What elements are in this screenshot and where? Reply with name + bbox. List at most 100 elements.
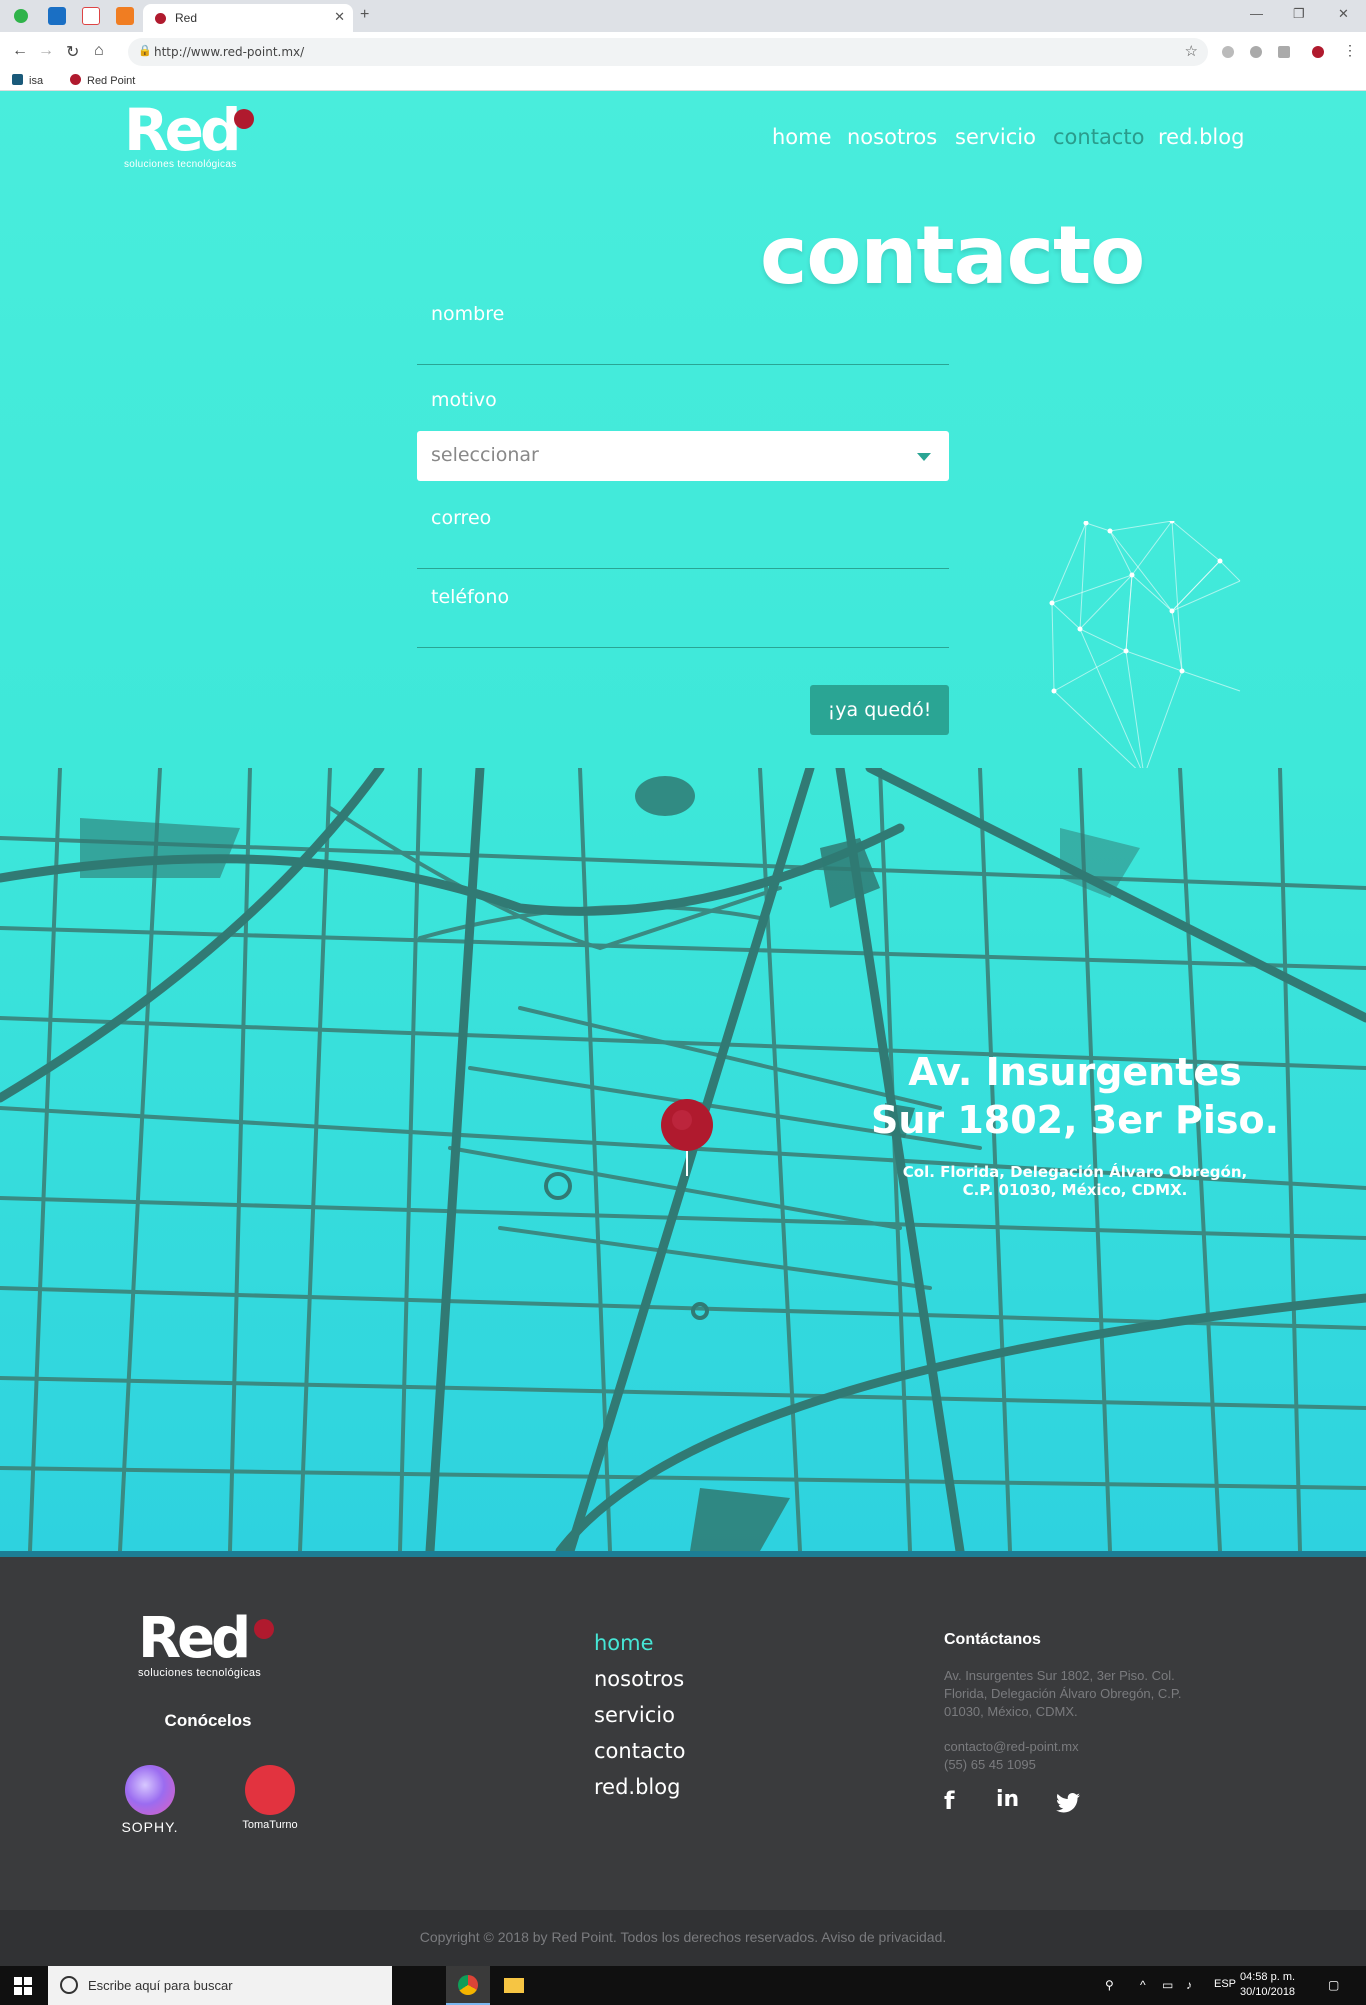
footer-link-home[interactable]: home xyxy=(594,1631,654,1655)
footer-logo-word: Red xyxy=(138,1606,251,1671)
contact-address: Av. Insurgentes Sur 1802, 3er Piso. Col.… xyxy=(944,1668,1182,1719)
bookmarks-bar: isa Red Point xyxy=(0,72,1366,91)
windows-start-icon[interactable] xyxy=(14,1977,32,1995)
copyright-bar: Copyright © 2018 by Red Point. Todos los… xyxy=(0,1910,1366,1966)
contact-phone: (55) 65 45 1095 xyxy=(944,1757,1036,1772)
submit-button[interactable]: ¡ya quedó! xyxy=(810,685,949,735)
tab-red[interactable]: Red ✕ xyxy=(143,4,353,32)
nav-nosotros[interactable]: nosotros xyxy=(847,125,937,149)
red-favicon-icon xyxy=(155,13,166,24)
minimize-icon[interactable]: — xyxy=(1250,6,1263,21)
logo-word: Red xyxy=(124,96,241,164)
sophy-logo-icon xyxy=(125,1765,175,1815)
copyright-text: Copyright © 2018 by Red Point. Todos los… xyxy=(419,1929,947,1945)
network-icon[interactable]: ▭ xyxy=(1162,1978,1173,1992)
motivo-selected-value: seleccionar xyxy=(431,444,539,466)
restore-icon[interactable]: ❐ xyxy=(1293,6,1305,22)
address-heading: Av. Insurgentes Sur 1802, 3er Piso. xyxy=(870,1048,1280,1144)
language-indicator[interactable]: ESP xyxy=(1214,1978,1236,1990)
clock-time: 04:58 p. m. xyxy=(1240,1971,1296,1983)
partner-tomaturno[interactable]: TomaTurno xyxy=(220,1765,320,1831)
chrome-app-icon[interactable] xyxy=(446,1966,490,2005)
close-tab-icon[interactable]: ✕ xyxy=(334,9,345,25)
address-sub-1: Col. Florida, Delegación Álvaro Obregón, xyxy=(902,1163,1248,1181)
forward-icon[interactable]: → xyxy=(38,42,54,60)
correo-field[interactable] xyxy=(417,568,949,569)
extension-icon[interactable] xyxy=(1222,46,1234,58)
nav-servicio[interactable]: servicio xyxy=(955,125,1036,149)
browser-chrome: Red ✕ + — ❐ ✕ ← → ↻ ⌂ 🔒 http://www.red-p… xyxy=(0,0,1366,91)
clock[interactable]: 04:58 p. m. 30/10/2018 xyxy=(1240,1970,1295,2000)
contact-email[interactable]: contacto@red-point.mx xyxy=(944,1739,1079,1754)
tab-title: Red xyxy=(175,11,198,25)
footer-link-contacto[interactable]: contacto xyxy=(594,1739,685,1763)
task-view-icon[interactable] xyxy=(395,1966,439,2005)
reload-icon[interactable]: ↻ xyxy=(66,42,79,62)
bookmark-red-point[interactable]: Red Point xyxy=(70,74,135,87)
location-pin-icon xyxy=(661,1099,713,1176)
contact-title: Contáctanos xyxy=(944,1631,1041,1648)
facebook-icon[interactable]: f xyxy=(944,1787,954,1815)
linkedin-icon[interactable]: in xyxy=(996,1787,1019,1812)
notifications-icon[interactable]: ▢ xyxy=(1328,1978,1339,1992)
nav-red-blog[interactable]: red.blog xyxy=(1158,125,1244,149)
footer-link-red-blog[interactable]: red.blog xyxy=(594,1775,680,1799)
volume-icon[interactable]: ♪ xyxy=(1186,1978,1192,1992)
motivo-select[interactable]: seleccionar xyxy=(417,431,949,481)
nav-contacto[interactable]: contacto xyxy=(1053,125,1144,149)
info-icon[interactable]: 🔒 xyxy=(138,44,152,57)
nombre-label: nombre xyxy=(431,303,505,325)
menu-kebab-icon[interactable]: ⋮ xyxy=(1343,42,1357,59)
extension-icon[interactable] xyxy=(1278,46,1290,58)
partner-label: SOPHY. xyxy=(121,1819,179,1835)
partner-label: TomaTurno xyxy=(242,1819,298,1831)
chevron-up-icon[interactable]: ^ xyxy=(1140,1978,1146,1992)
people-icon[interactable]: ⚲ xyxy=(1105,1978,1114,1992)
address-bar[interactable]: 🔒 http://www.red-point.mx/ ☆ xyxy=(128,38,1208,66)
network-graphic-icon xyxy=(1049,521,1241,768)
address-line-2: Sur 1802, 3er Piso. xyxy=(870,1098,1280,1142)
bookmark-isa[interactable]: isa xyxy=(12,74,43,87)
chrome-logo-icon xyxy=(458,1975,478,1995)
acrobat-pinned-tab-icon[interactable] xyxy=(82,7,100,25)
close-window-icon[interactable]: ✕ xyxy=(1338,6,1349,22)
tomaturno-logo-icon xyxy=(245,1765,295,1815)
telefono-label: teléfono xyxy=(431,586,510,608)
address-line-1: Av. Insurgentes xyxy=(908,1050,1242,1094)
nombre-field[interactable] xyxy=(417,364,949,365)
footer-logo[interactable]: Red soluciones tecnológicas xyxy=(138,1606,274,1679)
logo-dot-icon xyxy=(234,109,254,129)
footer-logo-tagline: soluciones tecnológicas xyxy=(138,1667,262,1679)
pinned-tab-icon[interactable] xyxy=(14,9,28,23)
chevron-down-icon xyxy=(917,453,931,461)
browser-toolbar: ← → ↻ ⌂ 🔒 http://www.red-point.mx/ ☆ ⋮ xyxy=(0,32,1366,72)
footer-link-servicio[interactable]: servicio xyxy=(594,1703,675,1727)
extension-icon[interactable] xyxy=(1250,46,1262,58)
clock-date: 30/10/2018 xyxy=(1240,1986,1296,1998)
back-icon[interactable]: ← xyxy=(12,42,28,60)
taskbar-search[interactable]: Escribe aquí para buscar xyxy=(48,1966,392,2005)
new-tab-icon[interactable]: + xyxy=(360,6,369,24)
bookmark-star-icon[interactable]: ☆ xyxy=(1185,42,1198,60)
footer: Red soluciones tecnológicas Conócelos SO… xyxy=(0,1557,1366,1910)
correo-label: correo xyxy=(431,507,492,529)
page-title: contacto xyxy=(760,209,1145,302)
conocelos-heading: Conócelos xyxy=(164,1711,252,1730)
address-details: Col. Florida, Delegación Álvaro Obregón,… xyxy=(870,1163,1280,1199)
footer-link-nosotros[interactable]: nosotros xyxy=(594,1667,684,1691)
telefono-field[interactable] xyxy=(417,647,949,648)
nav-home[interactable]: home xyxy=(772,125,832,149)
hexagon-icon xyxy=(12,74,23,85)
contact-section: Red soluciones tecnológicas home nosotro… xyxy=(0,91,1366,768)
home-icon[interactable]: ⌂ xyxy=(94,42,104,60)
twitter-icon[interactable] xyxy=(1056,1793,1080,1813)
outlook-pinned-tab-icon[interactable] xyxy=(48,7,66,25)
box-pinned-tab-icon[interactable] xyxy=(116,7,134,25)
logo-dot-icon xyxy=(254,1619,274,1639)
folder-icon xyxy=(504,1978,524,1993)
site-logo[interactable]: Red soluciones tecnológicas xyxy=(124,96,254,170)
url-text[interactable]: http://www.red-point.mx/ xyxy=(154,45,304,59)
profile-icon[interactable] xyxy=(1312,46,1324,58)
partner-sophy[interactable]: SOPHY. xyxy=(100,1765,200,1835)
file-explorer-icon[interactable] xyxy=(492,1966,536,2005)
